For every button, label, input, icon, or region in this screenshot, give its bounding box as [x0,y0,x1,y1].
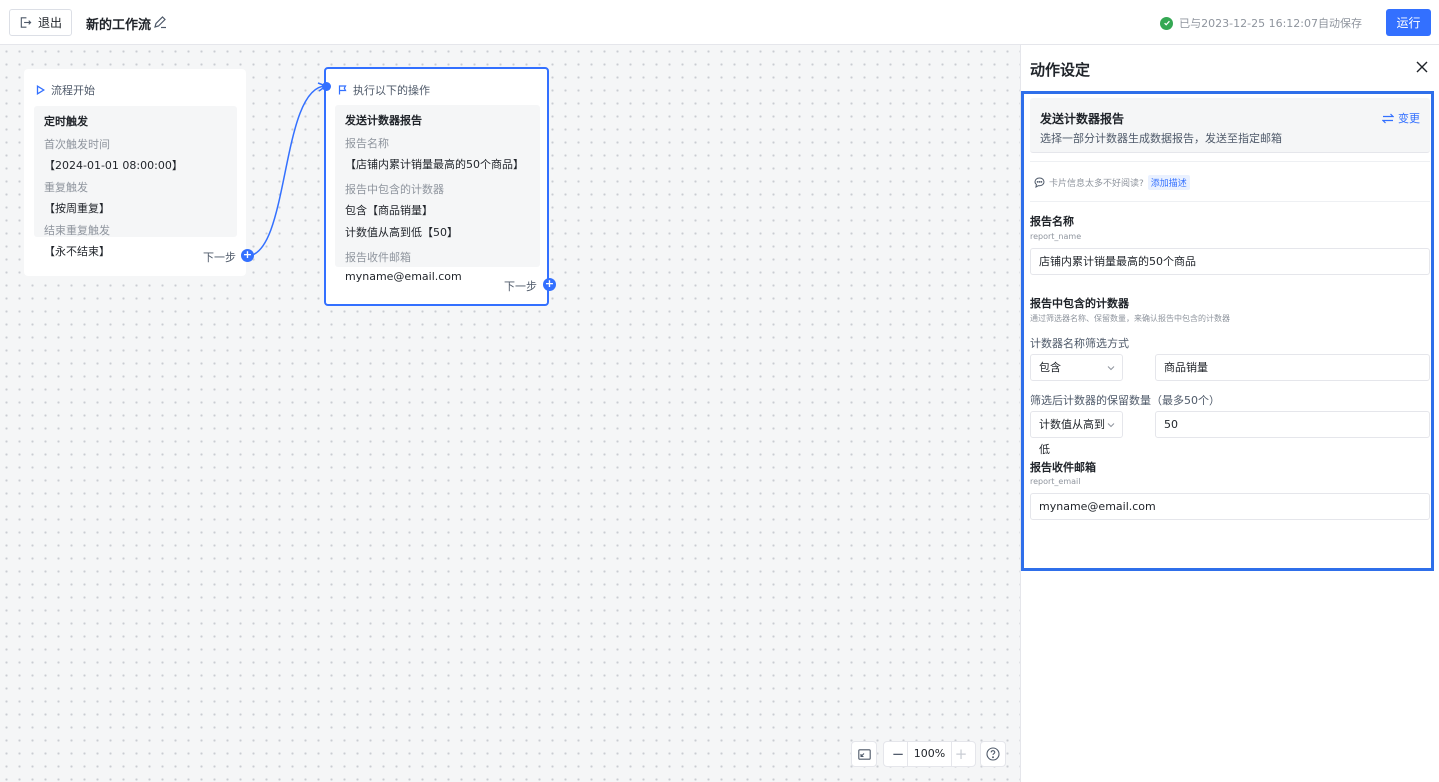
filter-method-select[interactable]: 包含 [1030,354,1123,381]
summary-description: 选择一部分计数器生成数据报告，发送至指定邮箱 [1040,132,1282,145]
report-name-field-key: report_name [1030,232,1082,241]
action-next-step[interactable]: 下一步 [504,278,537,294]
start-node[interactable]: 流程开始 定时触发 首次触发时间 【2024-01-01 08:00:00】 重… [24,69,254,276]
end-label: 结束重复触发 [44,224,110,237]
report-name-label: 报告名称 [345,137,389,150]
start-node-body: 定时触发 首次触发时间 【2024-01-01 08:00:00】 重复触发 【… [34,106,237,258]
help-button[interactable] [980,741,1006,767]
report-name-value: 【店铺内累计销量最高的50个商品】 [345,158,524,171]
check-circle-icon [1160,16,1174,30]
action-node[interactable]: 执行以下的操作 发送计数器报告 报告名称 【店铺内累计销量最高的50个商品】 报… [322,67,556,306]
panel-title: 动作设定 [1030,61,1091,79]
first-time-value: 【2024-01-01 08:00:00】 [44,159,183,172]
action-settings-panel: 动作设定 发送计数器报告 选择一部分计数器生成数据报告，发送至指定邮箱 变更 卡… [1020,45,1439,782]
action-summary-card: 发送计数器报告 选择一部分计数器生成数据报告，发送至指定邮箱 变更 [1030,98,1430,153]
action-node-body: 发送计数器报告 报告名称 【店铺内累计销量最高的50个商品】 报告中包含的计数器… [335,105,540,283]
flag-icon [338,85,347,95]
zoom-out-button[interactable]: − [890,745,906,763]
start-node-header: 流程开始 [36,82,95,98]
first-time-label: 首次触发时间 [44,138,110,151]
action-node-title: 执行以下的操作 [353,84,430,97]
close-icon[interactable] [1415,60,1429,74]
report-name-field-label: 报告名称 [1030,215,1074,228]
counters-field-label: 报告中包含的计数器 [1030,297,1129,310]
save-status-text: 已与2023-12-25 16:12:07自动保存 [1179,17,1362,30]
top-bar: 退出 新的工作流 已与2023-12-25 16:12:07自动保存 运行 [0,0,1439,45]
exit-icon [20,17,32,28]
summary-title: 发送计数器报告 [1040,112,1125,126]
chevron-down-icon [1107,366,1115,371]
counters-label: 报告中包含的计数器 [345,183,444,196]
email-label: 报告收件邮箱 [345,251,411,264]
fit-view-button[interactable] [851,741,877,767]
action-node-header: 执行以下的操作 [338,82,430,98]
end-value: 【永不结束】 [44,245,110,258]
email-field-key: report_email [1030,477,1081,486]
fit-view-icon [857,748,871,760]
counters-value-1: 包含【商品销量】 [345,204,433,217]
email-field-label: 报告收件邮箱 [1030,461,1096,474]
start-next-step[interactable]: 下一步 [203,249,236,265]
save-status: 已与2023-12-25 16:12:07自动保存 [1160,15,1362,31]
change-action-link[interactable]: 变更 [1382,110,1420,126]
zoom-level: 100% [906,742,953,766]
exit-button[interactable]: 退出 [9,9,72,36]
add-description-link[interactable]: 添加描述 [1147,175,1190,190]
repeat-value: 【按周重复】 [44,202,110,215]
filter-method-value: 包含 [1039,361,1061,374]
action-input-port [322,82,331,91]
run-button[interactable]: 运行 [1386,9,1431,36]
counters-value-2: 计数值从高到低【50】 [345,226,458,239]
divider [1030,201,1430,202]
counters-field-description: 通过筛选器名称、保留数量，来确认报告中包含的计数器 [1030,314,1230,323]
filter-method-label: 计数器名称筛选方式 [1030,337,1129,350]
divider [1030,161,1430,162]
change-label: 变更 [1398,112,1420,125]
keep-count-input[interactable]: 50 [1155,411,1430,438]
help-icon [986,747,1000,761]
start-node-title: 流程开始 [51,84,95,97]
report-name-input[interactable]: 店铺内累计销量最高的50个商品 [1030,248,1430,275]
hint-text: 卡片信息太多不好阅读? [1049,179,1144,189]
email-input[interactable]: myname@email.com [1030,493,1430,520]
repeat-label: 重复触发 [44,181,88,194]
workflow-title: 新的工作流 [86,18,152,33]
play-icon [36,85,45,95]
edit-icon[interactable] [153,15,167,29]
workflow-canvas[interactable]: 流程开始 定时触发 首次触发时间 【2024-01-01 08:00:00】 重… [0,45,1020,782]
zoom-in-button[interactable]: + [953,745,969,763]
action-add-step-plus-icon[interactable]: + [543,278,556,291]
comment-icon [1034,177,1045,188]
filter-name-input[interactable]: 商品销量 [1155,354,1430,381]
description-hint: 卡片信息太多不好阅读? 添加描述 [1034,175,1190,190]
chevron-down-icon [1107,423,1115,428]
sort-order-select[interactable]: 计数值从高到低 [1030,411,1123,456]
exit-label: 退出 [37,16,62,30]
zoom-control: − 100% + [883,741,976,767]
keep-count-label: 筛选后计数器的保留数量（最多50个） [1030,394,1220,407]
email-value: myname@email.com [345,270,462,283]
start-add-step-plus-icon[interactable]: + [241,249,254,262]
trigger-title: 定时触发 [44,115,88,128]
swap-icon [1382,113,1394,123]
action-title: 发送计数器报告 [345,114,422,127]
